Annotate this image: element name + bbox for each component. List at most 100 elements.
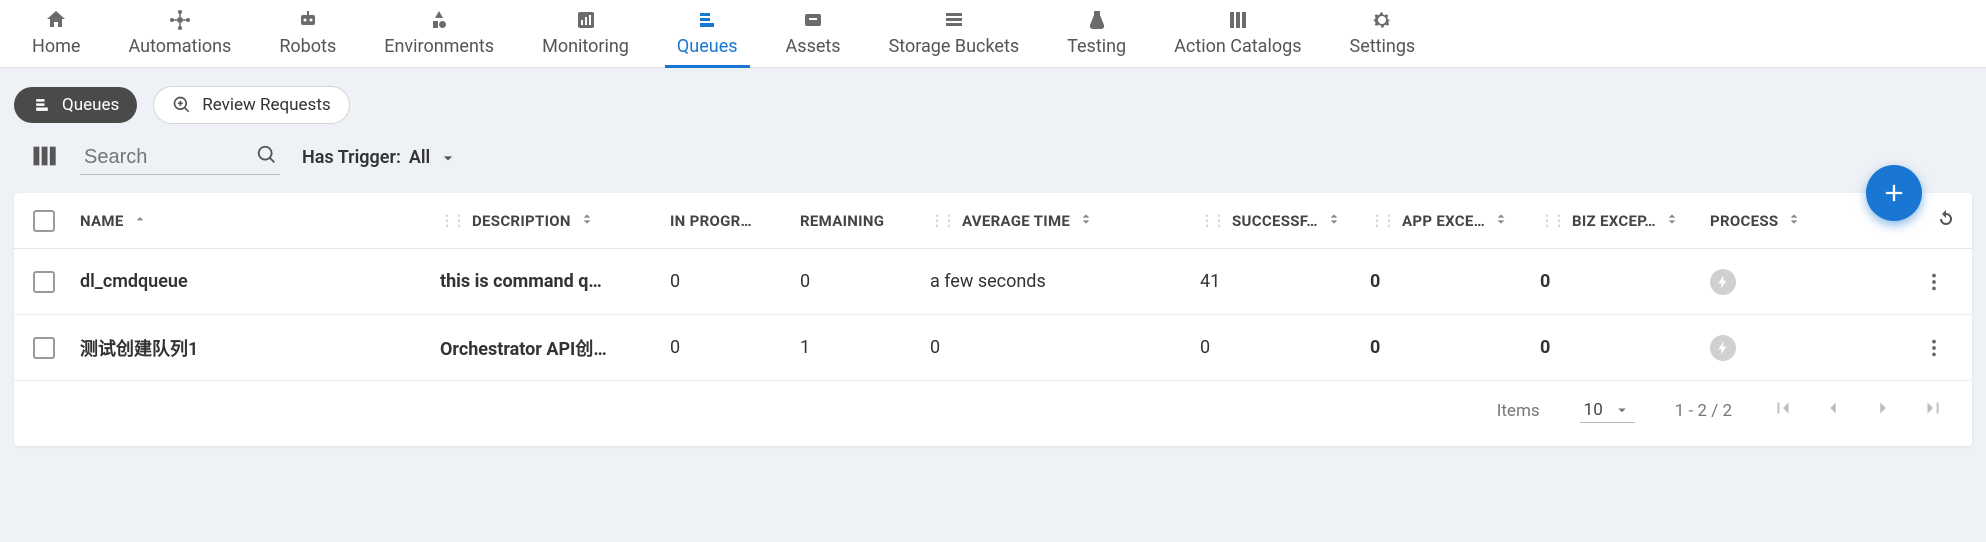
drag-handle-icon[interactable]: ⋮⋮ [930, 213, 954, 229]
queues-chip-label: Queues [62, 95, 119, 115]
more-vert-icon [1923, 337, 1945, 359]
col-successful[interactable]: ⋮⋮ SUCCESSF… [1194, 211, 1364, 231]
row-checkbox[interactable] [33, 271, 55, 293]
filter-row: Has Trigger: All [0, 134, 1986, 193]
sort-icon [1078, 211, 1094, 227]
automations-icon [168, 8, 192, 32]
row-menu-button[interactable] [1904, 271, 1964, 293]
row-menu-button[interactable] [1904, 337, 1964, 359]
cell-avg-time: a few seconds [924, 271, 1194, 292]
table-header: NAME ⋮⋮ DESCRIPTION IN PROGR… REMAINING … [14, 193, 1972, 249]
columns-icon [30, 142, 58, 170]
page-size-select[interactable]: 10 [1580, 398, 1635, 423]
cell-in-progress: 0 [664, 337, 794, 358]
search-icon [256, 144, 278, 166]
top-nav: Home Automations Robots Environments Mon… [0, 0, 1986, 68]
tab-automations[interactable]: Automations [104, 0, 255, 67]
col-avg-time[interactable]: ⋮⋮ AVERAGE TIME [924, 211, 1194, 231]
tab-testing[interactable]: Testing [1043, 0, 1150, 67]
col-process[interactable]: PROCESS [1704, 211, 1904, 231]
tab-robots-label: Robots [279, 36, 336, 57]
col-successful-label: SUCCESSF… [1232, 212, 1318, 230]
row-checkbox[interactable] [33, 337, 55, 359]
tab-monitoring[interactable]: Monitoring [518, 0, 653, 67]
tab-environments[interactable]: Environments [360, 0, 518, 67]
cell-app-exc: 0 [1364, 271, 1534, 292]
search-field[interactable] [80, 140, 280, 175]
table-row[interactable]: dl_cmdqueue this is command q… 0 0 a few… [14, 249, 1972, 315]
chevron-right-icon [1872, 397, 1894, 419]
col-process-label: PROCESS [1710, 212, 1778, 230]
pager-prev-button[interactable] [1822, 397, 1844, 424]
col-name[interactable]: NAME [74, 211, 434, 231]
tab-action-catalogs[interactable]: Action Catalogs [1150, 0, 1325, 67]
has-trigger-filter[interactable]: Has Trigger: All [302, 147, 458, 168]
tab-settings[interactable]: Settings [1326, 0, 1440, 67]
col-description-label: DESCRIPTION [472, 212, 571, 230]
sort-asc-icon [132, 211, 148, 227]
tab-home[interactable]: Home [8, 0, 104, 67]
first-page-icon [1772, 397, 1794, 419]
secondary-bar: Queues Review Requests [0, 68, 1986, 134]
chevron-left-icon [1822, 397, 1844, 419]
testing-icon [1085, 8, 1109, 32]
col-app-exc[interactable]: ⋮⋮ APP EXCE… [1364, 211, 1534, 231]
col-in-progress[interactable]: IN PROGR… [664, 212, 794, 230]
last-page-icon [1922, 397, 1944, 419]
monitoring-icon [574, 8, 598, 32]
queues-table-card: NAME ⋮⋮ DESCRIPTION IN PROGR… REMAINING … [14, 193, 1972, 446]
drag-handle-icon[interactable]: ⋮⋮ [1540, 213, 1564, 229]
col-description[interactable]: ⋮⋮ DESCRIPTION [434, 211, 664, 231]
review-requests-chip[interactable]: Review Requests [153, 86, 349, 124]
col-avg-time-label: AVERAGE TIME [962, 212, 1070, 230]
select-all-checkbox[interactable] [33, 210, 55, 232]
drag-handle-icon[interactable]: ⋮⋮ [1370, 213, 1394, 229]
pager-next-button[interactable] [1872, 397, 1894, 424]
search-input[interactable] [82, 145, 256, 170]
pagination: Items 10 1 - 2 / 2 [14, 381, 1972, 446]
sort-icon [1493, 211, 1509, 227]
environments-icon [427, 8, 451, 32]
tab-queues[interactable]: Queues [653, 0, 762, 67]
pager-first-button[interactable] [1772, 397, 1794, 424]
tab-storage-buckets-label: Storage Buckets [889, 36, 1020, 57]
col-app-exc-label: APP EXCE… [1402, 212, 1485, 230]
refresh-button[interactable] [1934, 207, 1958, 235]
cell-app-exc: 0 [1364, 337, 1534, 358]
tab-assets-label: Assets [786, 36, 841, 57]
pager-last-button[interactable] [1922, 397, 1944, 424]
column-selector-button[interactable] [30, 142, 58, 174]
col-remaining[interactable]: REMAINING [794, 212, 924, 230]
col-biz-exc[interactable]: ⋮⋮ BIZ EXCEP… [1534, 211, 1704, 231]
more-vert-icon [1923, 271, 1945, 293]
tab-storage-buckets[interactable]: Storage Buckets [865, 0, 1044, 67]
cell-in-progress: 0 [664, 271, 794, 292]
drag-handle-icon[interactable]: ⋮⋮ [440, 213, 464, 229]
sort-icon [1326, 211, 1342, 227]
tab-robots[interactable]: Robots [255, 0, 360, 67]
tab-monitoring-label: Monitoring [542, 36, 629, 57]
catalogs-icon [1226, 8, 1250, 32]
col-name-label: NAME [80, 212, 124, 230]
pager-items-label: Items [1497, 401, 1540, 421]
settings-icon [1370, 8, 1394, 32]
tab-assets[interactable]: Assets [762, 0, 865, 67]
queues-chip[interactable]: Queues [14, 87, 137, 123]
search-icon-button[interactable] [256, 144, 278, 170]
has-trigger-value: All [409, 147, 430, 168]
has-trigger-label: Has Trigger: [302, 147, 401, 168]
cell-remaining: 0 [794, 271, 924, 292]
tab-environments-label: Environments [384, 36, 494, 57]
flash-icon [1715, 340, 1731, 356]
drag-handle-icon[interactable]: ⋮⋮ [1200, 213, 1224, 229]
cell-avg-time: 0 [924, 337, 1194, 358]
page-size-value: 10 [1584, 400, 1603, 420]
tab-queues-label: Queues [677, 36, 738, 57]
flash-icon [1715, 274, 1731, 290]
review-requests-chip-label: Review Requests [202, 95, 330, 115]
cell-remaining: 1 [794, 337, 924, 358]
table-row[interactable]: 测试创建队列1 Orchestrator API创… 0 1 0 0 0 0 [14, 315, 1972, 381]
cell-name: 测试创建队列1 [74, 335, 434, 361]
tab-testing-label: Testing [1067, 36, 1126, 57]
queues-icon [695, 8, 719, 32]
